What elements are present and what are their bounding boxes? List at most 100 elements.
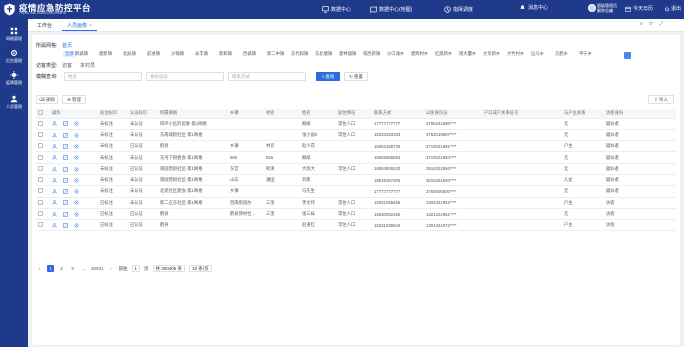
row-checkbox[interactable] [38, 131, 43, 137]
town-filter-option[interactable]: 南大鏖乡 [459, 51, 476, 57]
table-row[interactable]: 已标注 已认证 鹤县 鹤县郭村社... 三里 张三妹 常住人口 16630092160 1321… [36, 208, 676, 221]
page-button[interactable]: 1 [47, 265, 54, 272]
row-checkbox[interactable] [38, 177, 43, 183]
user-icon[interactable] [52, 211, 57, 217]
row-select-cell[interactable] [36, 197, 50, 209]
row-checkbox[interactable] [38, 154, 43, 160]
view-icon[interactable] [74, 155, 79, 160]
name-input[interactable]: 姓名 [64, 72, 142, 81]
table-row[interactable]: 未标注 未认证 北苑社区委会-第1网格 乡镇 冯先生 17777777777 3760000… [36, 185, 676, 198]
delete-button[interactable]: ⌫ 删除 [36, 95, 58, 104]
row-checkbox[interactable] [38, 211, 43, 217]
town-filter-option[interactable]: 西城镇 [243, 51, 256, 57]
view-icon[interactable] [74, 212, 79, 217]
town-filter-option[interactable]: 东北塘镇 [315, 51, 332, 57]
page-size-select[interactable]: 10 条/页 [189, 265, 212, 272]
next-page-button[interactable]: › [108, 265, 115, 272]
page-button[interactable]: 3 [69, 265, 76, 272]
town-filter-option[interactable]: 建新镇 [99, 51, 112, 57]
table-row[interactable]: 已标注 已认证 鹤县 赵道红 常住人口 15031035943 1304341972****… [36, 219, 676, 232]
town-filter-option[interactable]: 永丰镇 [195, 51, 208, 57]
town-filter-option[interactable]: 沙口滩乡 [387, 51, 404, 57]
town-filter-option[interactable]: 元鹤乡 [555, 51, 568, 57]
topnav-data-center-map[interactable]: 数据中心(地图) [370, 4, 412, 15]
view-icon[interactable] [74, 223, 79, 228]
row-select-cell[interactable] [36, 174, 50, 187]
row-select-cell[interactable] [36, 151, 50, 164]
edit-icon[interactable] [63, 121, 68, 127]
page-button[interactable]: 2 [58, 265, 65, 272]
row-select-cell[interactable] [36, 185, 50, 198]
manage-button[interactable]: ⊕ 管理 [62, 95, 86, 104]
edit-icon[interactable] [63, 178, 68, 183]
user-icon[interactable] [52, 121, 57, 126]
reset-button[interactable]: ↻ 重置 [344, 72, 368, 81]
user-box[interactable]: 超级管理员 解除总编 今天日历 [553, 3, 653, 16]
goto-page-input[interactable]: 1 [131, 265, 141, 272]
close-icon[interactable]: × [89, 23, 92, 29]
user-icon[interactable] [52, 144, 57, 149]
sidebar-item-epidemic[interactable]: 疫情管理 [0, 67, 28, 89]
row-checkbox[interactable] [38, 199, 43, 205]
sidebar-item-backend[interactable]: 后台管理 [0, 45, 28, 67]
town-filter-option[interactable]: 远马乡 [531, 51, 544, 57]
view-icon[interactable] [74, 121, 79, 126]
town-filter-option[interactable]: 东代和镇 [291, 51, 308, 57]
row-select-cell[interactable] [36, 208, 50, 221]
user-icon[interactable] [52, 189, 57, 194]
user-icon[interactable] [52, 223, 57, 228]
row-select-cell[interactable] [36, 129, 50, 142]
edit-icon[interactable] [63, 144, 68, 149]
town-filter-option[interactable]: 红旗新乡 [435, 51, 452, 57]
messages-button[interactable]: 消息中心 [519, 4, 548, 11]
row-checkbox[interactable] [38, 222, 43, 228]
user-icon[interactable] [52, 155, 57, 160]
town-filter-option[interactable]: 新和镇 [219, 51, 232, 57]
town-filter-option[interactable]: 大亲新乡 [483, 51, 500, 57]
area-breadcrumb[interactable]: 首页 [62, 42, 72, 49]
sidebar-item-people[interactable]: 人员管理 [0, 91, 28, 113]
view-icon[interactable] [74, 133, 79, 138]
edit-icon[interactable] [63, 155, 68, 160]
town-filter-option[interactable]: 建林铺镇 [339, 51, 356, 57]
select-all-checkbox[interactable] [38, 110, 43, 116]
logout-button[interactable]: 退出 [664, 5, 681, 12]
user-icon[interactable] [52, 178, 57, 183]
view-icon[interactable] [74, 189, 79, 194]
table-row[interactable]: 未标注 已认证 南国营街社区-第1网格 东宫 利津 大叔大 常住人口 18554505533 3… [36, 163, 676, 175]
edit-icon[interactable] [63, 200, 68, 206]
type-option-resident[interactable]: 本村员 [80, 62, 95, 69]
tab-workbench[interactable]: 工作台 [32, 21, 57, 31]
row-checkbox[interactable] [38, 120, 43, 126]
town-filter-option[interactable]: 沙锦镇 [171, 51, 184, 57]
table-row[interactable]: 未标注 已认证 鹤县 乡镇 村名 赵小花 15063168735 3710021991****… [36, 140, 676, 153]
row-select-cell[interactable] [36, 118, 50, 130]
edit-icon[interactable] [63, 132, 68, 138]
tab-menu-icon[interactable]: ≡ [640, 21, 643, 27]
edit-icon[interactable] [63, 211, 68, 217]
town-filter-option[interactable]: 前进镇 [147, 51, 160, 57]
row-checkbox[interactable] [38, 165, 43, 171]
town-filter-option[interactable]: 新二中镇 [267, 51, 284, 57]
page-ellipsis[interactable]: ... [80, 265, 87, 272]
table-row[interactable]: 未标注 未认证 东南城街社区-第1网格 张小丽2 常住人口 15333333333 3762… [36, 129, 676, 142]
query-button[interactable]: ⌕ 查询 [316, 72, 340, 81]
view-icon[interactable] [74, 178, 79, 183]
contact-input[interactable]: 联系方式 [228, 72, 306, 81]
fullscreen-icon[interactable]: ⤢ [659, 21, 663, 27]
view-icon[interactable] [74, 200, 79, 205]
view-icon[interactable] [74, 167, 79, 172]
table-row[interactable]: 未标注 未认证 南国营街社区-第1网格 山东 潘田 刘斯 18519187400 351525… [36, 174, 676, 187]
town-filter-option[interactable]: 南西新镇 [363, 51, 380, 57]
town-filter-option[interactable]: 北辰镇 [123, 51, 136, 57]
refresh-icon[interactable]: ⟳ [649, 21, 653, 27]
topnav-dispatch[interactable]: 指挥调度 [444, 4, 473, 15]
expand-filter-button[interactable] [624, 52, 631, 59]
row-select-cell[interactable] [36, 163, 50, 175]
user-icon[interactable] [52, 166, 57, 172]
town-filter-option[interactable]: 大竹村乡 [507, 51, 524, 57]
id-number-input[interactable]: 身份证号 [146, 72, 224, 81]
town-filter-option[interactable]: 碧辉村乡 [411, 51, 428, 57]
edit-icon[interactable] [63, 166, 68, 172]
table-row[interactable]: 已标注 未认证 新二庄东社区-第1网格 西南街道办 三里 李文炜 常住人口 150310584… [36, 197, 676, 209]
